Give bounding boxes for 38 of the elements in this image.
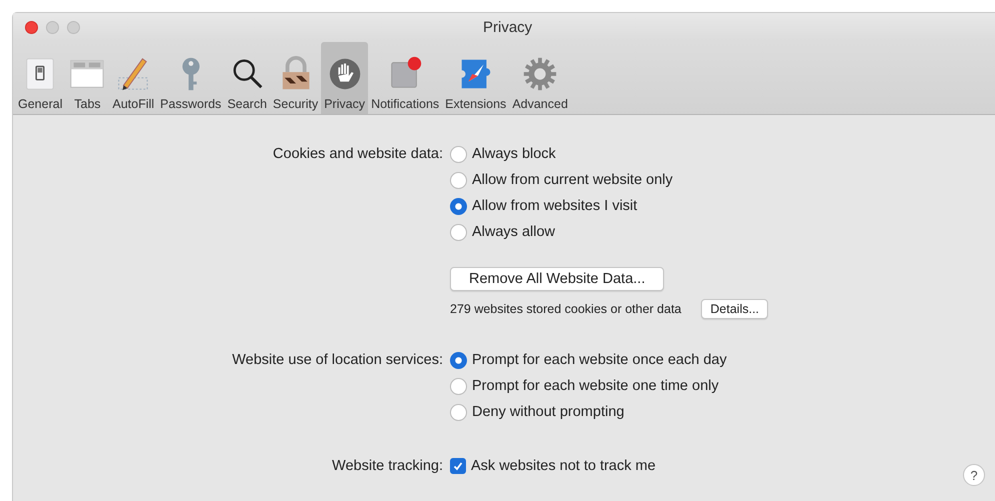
field-label: Website tracking: (332, 457, 443, 476)
radio-button[interactable] (450, 146, 467, 162)
toolbar-tab[interactable]: Notifications (368, 42, 442, 114)
toolbar-tab[interactable]: Security (270, 42, 322, 114)
radio-button[interactable] (450, 378, 467, 394)
radio-button[interactable] (450, 172, 467, 188)
radio-button[interactable] (450, 404, 467, 420)
radio-label: Always allow (472, 224, 555, 240)
field-label: Cookies and website data: (272, 145, 443, 164)
checkbox[interactable] (450, 458, 466, 474)
remove-data-button[interactable]: Remove All Website Data... (450, 267, 664, 291)
stored-data-text: 279 websites stored cookies or other data (450, 302, 682, 316)
toolbar-tab[interactable]: Advanced (509, 42, 571, 114)
radio-button[interactable] (450, 352, 467, 368)
toolbar-tab[interactable]: Tabs (65, 42, 110, 114)
field-label: Website use of location services: (232, 351, 443, 370)
toolbar-tab[interactable]: AutoFill (109, 42, 158, 114)
radio-label: Prompt for each website once each day (472, 352, 727, 368)
checkbox-label: Ask websites not to track me (471, 458, 656, 474)
minimize-button[interactable] (46, 20, 59, 34)
close-button[interactable] (25, 20, 38, 34)
toolbar-tab[interactable]: Passwords (157, 42, 224, 114)
radio-button[interactable] (450, 198, 467, 214)
toolbar-tab[interactable]: General (15, 42, 66, 114)
radio-label: Allow from websites I visit (472, 198, 638, 214)
radio-label: Allow from current website only (472, 172, 673, 188)
radio-button[interactable] (450, 224, 467, 240)
zoom-button[interactable] (67, 20, 80, 34)
radio-label: Prompt for each website one time only (472, 378, 719, 394)
window-title: Privacy (483, 18, 532, 36)
toolbar-tab[interactable]: Privacy (321, 42, 368, 114)
toolbar-tab[interactable]: Extensions (442, 42, 510, 114)
toolbar-tab[interactable]: Search (224, 42, 270, 114)
radio-label: Deny without prompting (472, 404, 624, 420)
checkmark-icon (452, 460, 464, 472)
radio-label: Always block (472, 146, 556, 162)
details-button[interactable]: Details... (701, 299, 768, 319)
help-button[interactable]: ? (963, 464, 985, 486)
